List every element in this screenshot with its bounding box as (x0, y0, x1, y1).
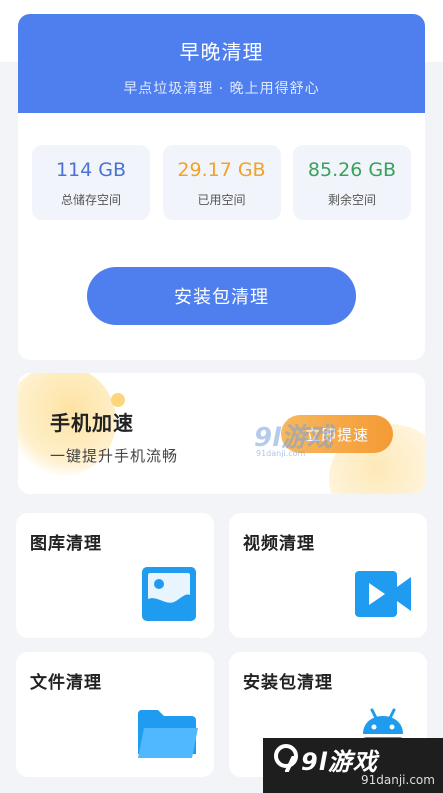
watermark-domain: 91danji.com (256, 449, 306, 458)
stat-used-value: 29.17 GB (177, 159, 266, 181)
stat-free-value: 85.26 GB (307, 159, 397, 181)
folder-icon (138, 710, 198, 758)
video-icon (355, 571, 411, 617)
gallery-icon (142, 567, 196, 621)
package-clean-button[interactable]: 安装包清理 (87, 267, 356, 325)
app-subtitle: 早点垃圾清理 · 晚上用得舒心 (123, 81, 320, 97)
storage-stats: 114 GB 总储存空间 29.17 GB 已用空间 85.26 GB 剩余空间 (32, 145, 411, 220)
stat-total: 114 GB 总储存空间 (32, 145, 150, 220)
speed-up-card[interactable]: 手机加速 一键提升手机流畅 立即提速 9l游戏 91danji.com (18, 373, 425, 494)
stat-free-label: 剩余空间 (327, 193, 376, 207)
tile-package-label: 安装包清理 (243, 673, 333, 693)
tile-gallery-label: 图库清理 (30, 534, 102, 554)
app-title: 早晚清理 (179, 40, 264, 64)
stat-used-label: 已用空间 (197, 193, 246, 207)
brand-domain: 91danji.com (361, 773, 435, 787)
brand-text: 9l游戏 (301, 748, 378, 776)
tile-video-label: 视频清理 (243, 534, 315, 554)
stat-used: 29.17 GB 已用空间 (162, 145, 281, 220)
speed-up-title: 手机加速 (50, 411, 134, 435)
app-header: 早晚清理 早点垃圾清理 · 晚上用得舒心 (18, 14, 425, 113)
decor-dot (111, 393, 125, 407)
brand-badge: 9l游戏 91danji.com (263, 738, 443, 793)
tile-video-clean[interactable]: 视频清理 (229, 513, 427, 638)
storage-card: 早晚清理 早点垃圾清理 · 晚上用得舒心 114 GB 总储存空间 29.17 … (18, 14, 425, 360)
stat-free: 85.26 GB 剩余空间 (293, 145, 411, 220)
speed-up-subtitle: 一键提升手机流畅 (50, 447, 179, 465)
stat-total-label: 总储存空间 (60, 193, 121, 207)
tile-file-label: 文件清理 (30, 673, 102, 693)
brand-logo-icon (274, 744, 298, 772)
tile-file-clean[interactable]: 文件清理 (16, 652, 214, 777)
stat-total-value: 114 GB (55, 159, 127, 181)
tile-gallery-clean[interactable]: 图库清理 (16, 513, 214, 638)
